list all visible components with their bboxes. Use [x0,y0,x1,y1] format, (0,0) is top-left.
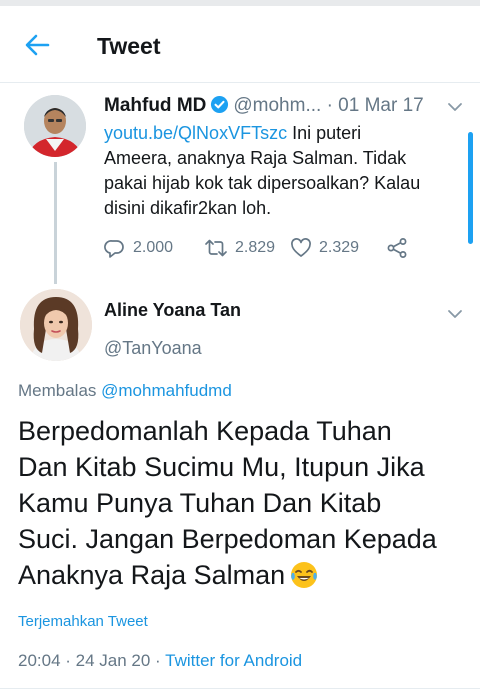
tweet-text-line: Kamu Punya Tuhan Dan Kitab [18,488,382,518]
reply-count: 2.000 [133,239,174,256]
tweet-text-line: Dan Kitab Sucimu Mu, Itupun Jika [18,452,425,482]
tweet-timestamp: 20:04 · 24 Jan 20 · [18,651,166,670]
tweet-text-line: Berpedomanlah Kepada Tuhan [18,416,392,446]
tweet-text-line: Ameera, anaknya Raja Salman. Tidak [104,148,407,168]
retweet-count: 2.829 [235,239,276,256]
thread-line [54,162,57,284]
divider [0,688,480,689]
replying-prefix: Membalas [18,381,102,400]
avatar[interactable] [24,95,86,157]
face-with-tears-of-joy-icon [291,562,318,588]
share-button[interactable] [386,235,408,261]
like-button[interactable]: 2.329 [290,235,359,261]
tweet-text-line: Suci. Jangan Berpedoman Kepada [18,524,437,554]
tweet-text-line: Ini puteri [287,123,362,143]
tweet-source[interactable]: Twitter for Android [165,651,302,670]
translate-tweet-link[interactable]: Terjemahkan Tweet [18,613,148,630]
author-handle[interactable]: @TanYoana [104,338,202,359]
page-title: Tweet [97,33,161,59]
tweet-actions: 2.000 2.829 2.329 [104,235,444,261]
chevron-down-icon[interactable] [446,98,464,116]
tweet-header: Mahfud MD @mohm... · 01 Mar 17 [104,95,424,117]
reply-icon [104,240,124,258]
share-icon [387,238,407,258]
top-bar: Tweet [0,6,480,83]
chevron-down-icon[interactable] [446,305,464,323]
reply-tweet-text: Berpedomanlah Kepada Tuhan Dan Kitab Suc… [18,413,473,593]
author-handle[interactable]: @mohm... [233,95,321,116]
like-count: 2.329 [319,239,360,256]
scrollbar[interactable] [468,132,473,244]
author-name[interactable]: Aline Yoana Tan [104,300,241,321]
tweet-meta: 20:04 · 24 Jan 20 · Twitter for Android [18,651,302,671]
author-name[interactable]: Mahfud MD [104,95,206,116]
tweet-text-line: Anaknya Raja Salman [18,560,286,590]
heart-icon [291,238,311,257]
retweet-button[interactable]: 2.829 [204,235,275,261]
tweet-text-line: disini dikafir2kan loh. [104,198,272,218]
reply-button[interactable]: 2.000 [104,235,173,261]
verified-badge-icon [211,95,229,114]
replying-to-handle[interactable]: @mohmahfudmd [101,381,232,400]
retweet-icon [205,239,227,257]
tweet-link[interactable]: youtu.be/QlNoxVFTszc [104,123,287,143]
arrow-left-icon[interactable] [22,30,52,60]
tweet-text-line: pakai hijab kok tak dipersoalkan? Kalau [104,173,421,193]
tweet-date: · 01 Mar 17 [326,95,424,116]
avatar[interactable] [20,289,92,361]
replying-to: Membalas @mohmahfudmd [18,381,232,401]
tweet-text: youtu.be/QlNoxVFTszc Ini puteri Ameera, … [104,121,454,221]
